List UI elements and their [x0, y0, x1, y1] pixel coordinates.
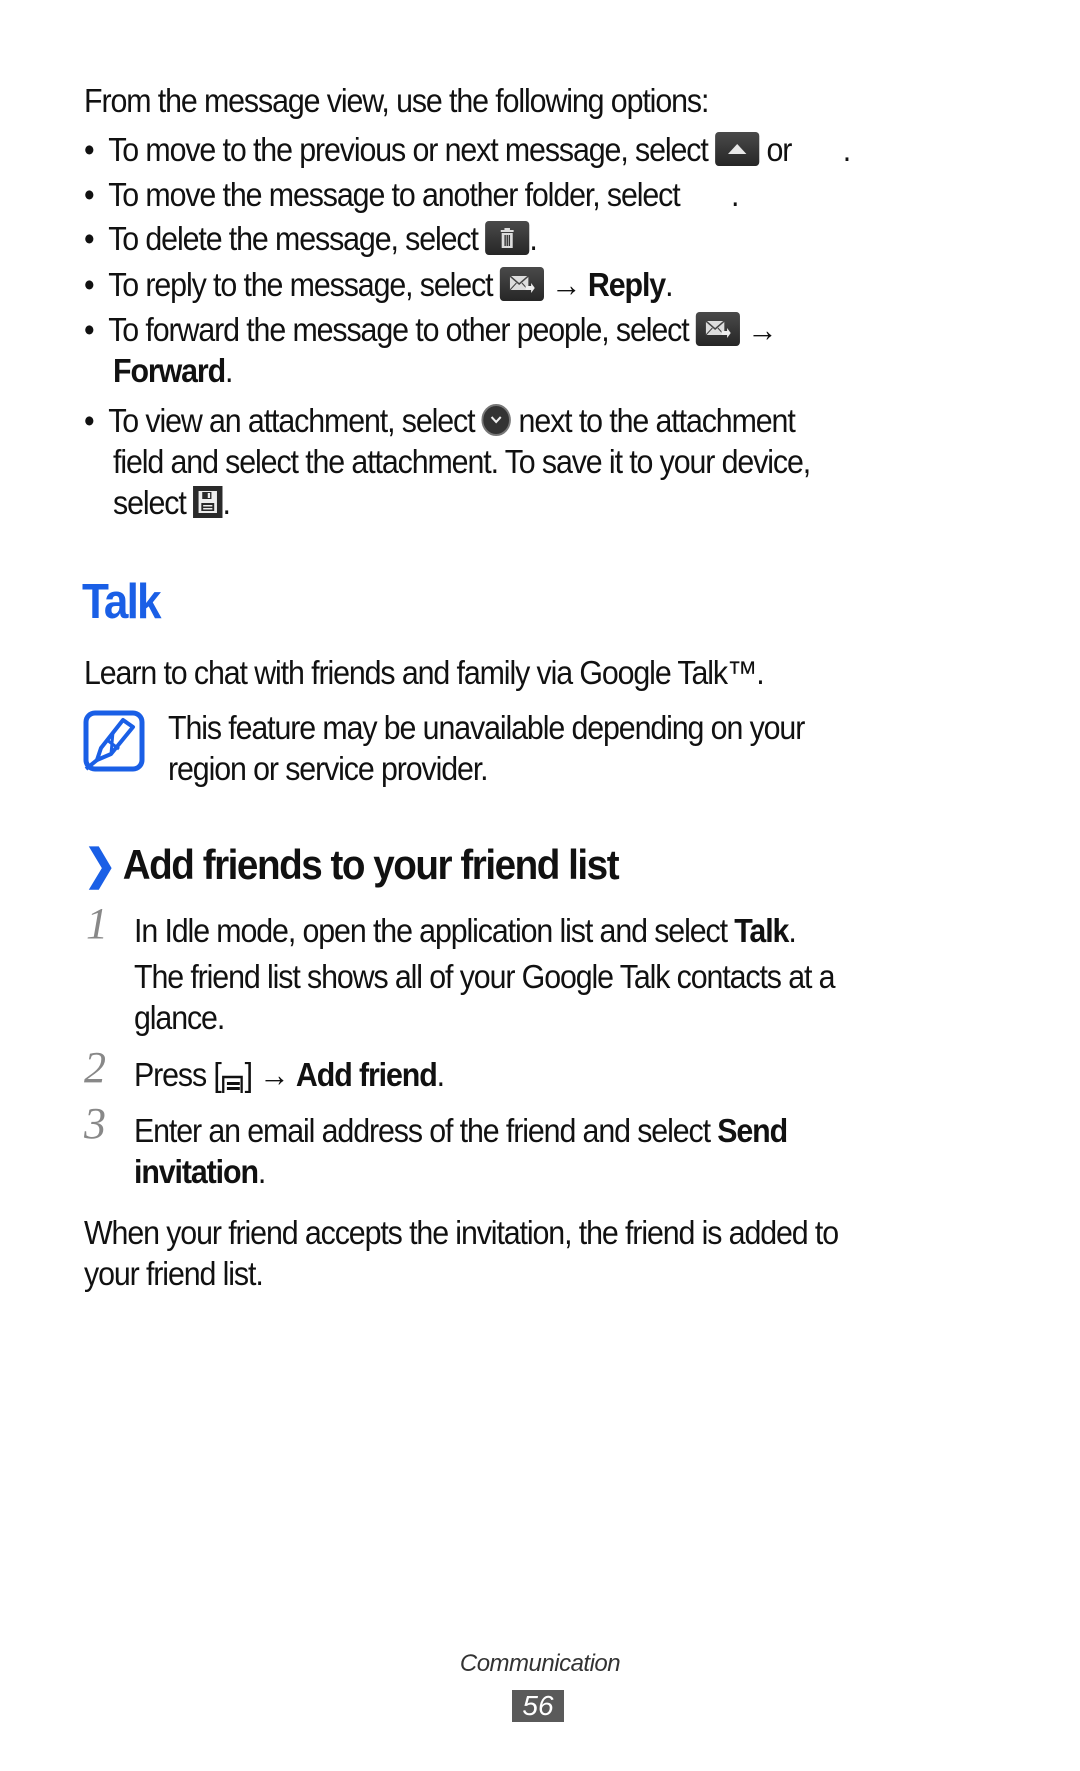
bullet-item-forward: • To forward the message to other people… — [84, 309, 778, 350]
note-pencil-icon — [83, 710, 145, 772]
note-text-line1: This feature may be unavailable dependin… — [168, 709, 805, 746]
step-text: Press [ — [134, 1056, 222, 1093]
footer-section-name: Communication — [459, 1650, 621, 1677]
step-text: ] → — [244, 1056, 290, 1093]
period: . — [788, 912, 796, 949]
bullet-text: To move the message to another folder, s… — [108, 176, 680, 213]
step-text: In Idle mode, open the application list … — [134, 912, 728, 949]
add-friend-label: Add friend — [295, 1056, 438, 1093]
forward-label: Forward — [113, 352, 226, 389]
period: . — [225, 352, 233, 389]
bullet-text-or: or — [766, 131, 793, 168]
manual-page: From the message view, use the following… — [0, 0, 1080, 1771]
save-icon — [193, 486, 223, 519]
step-number: 2 — [84, 1043, 106, 1092]
bullet-dot: • — [84, 131, 95, 168]
intro-text: From the message view, use the following… — [84, 82, 709, 119]
bullet-item-prev-next: • To move to the previous or next messag… — [84, 127, 851, 170]
section-description: Learn to chat with friends and family vi… — [84, 654, 765, 691]
period: . — [665, 266, 673, 303]
bullet-item-move-folder: • To move the message to another folder,… — [84, 172, 739, 215]
period: . — [222, 484, 230, 521]
bullet-dot: • — [84, 311, 95, 348]
period: . — [257, 1153, 266, 1190]
step-2-text: Press [ ] → Add friend. — [134, 1054, 445, 1095]
bullet-text: To view an attachment, select — [108, 402, 475, 439]
bullet-item-reply: • To reply to the message, select → Repl… — [84, 264, 673, 305]
period: . — [436, 1056, 445, 1093]
page-number-badge: 56 — [512, 1690, 564, 1722]
arrow: → — [551, 266, 581, 303]
bullet-text: select — [113, 484, 187, 521]
send-label: Send — [717, 1112, 788, 1149]
bullet-text-continued: field and select the attachment. To save… — [113, 443, 811, 480]
reply-mail-icon — [499, 267, 544, 302]
step-3-text-line2: invitation. — [134, 1151, 266, 1192]
up-arrow-icon — [715, 132, 760, 167]
bullet-text: next to the attachment — [518, 402, 796, 439]
step-number: 1 — [86, 899, 108, 948]
subsection-title-text: Add friends to your friend list — [122, 841, 620, 888]
move-folder-icon — [687, 172, 731, 206]
step-number: 3 — [84, 1099, 106, 1148]
step-1-text: In Idle mode, open the application list … — [134, 910, 797, 951]
bullet-text-save: select . — [113, 482, 231, 523]
period: . — [842, 131, 851, 168]
down-arrow-icon — [799, 127, 843, 161]
period: . — [529, 220, 537, 257]
chevron-down-circle-icon — [481, 404, 512, 437]
bullet-dot: • — [84, 266, 95, 303]
bullet-text: To move to the previous or next message,… — [108, 131, 709, 168]
reply-label: Reply — [587, 266, 666, 303]
closing-text-line1: When your friend accepts the invitation,… — [84, 1214, 839, 1251]
forward-mail-icon — [695, 312, 741, 347]
step-text: Enter an email address of the friend and… — [134, 1112, 711, 1149]
bullet-item-delete: • To delete the message, select . — [84, 218, 538, 259]
chevron-right-icon: ❯ — [84, 841, 116, 888]
bullet-dot: • — [84, 220, 95, 257]
invitation-label: invitation — [134, 1153, 259, 1190]
step-1-extra-line1: The friend list shows all of your Google… — [134, 958, 836, 995]
bullet-item-attachment: • To view an attachment, select next to … — [84, 400, 796, 441]
subsection-title: ❯ Add friends to your friend list — [84, 840, 620, 889]
trash-icon — [485, 221, 530, 256]
bullet-dot: • — [84, 176, 95, 213]
talk-label: Talk — [734, 912, 789, 949]
arrow: → — [747, 311, 777, 348]
closing-text-line2: your friend list. — [84, 1255, 264, 1292]
step-1-extra-line2: glance. — [134, 999, 225, 1036]
bullet-text: To reply to the message, select — [108, 266, 493, 303]
note-text-line2: region or service provider. — [168, 750, 489, 787]
bullet-dot: • — [84, 402, 95, 439]
step-3-text: Enter an email address of the friend and… — [134, 1110, 788, 1151]
menu-key-icon — [221, 1063, 245, 1094]
period: . — [731, 176, 739, 213]
bullet-text: To delete the message, select — [108, 220, 479, 257]
forward-label-line: Forward. — [113, 350, 233, 391]
section-title: Talk — [82, 575, 162, 629]
bullet-text: To forward the message to other people, … — [108, 311, 689, 348]
